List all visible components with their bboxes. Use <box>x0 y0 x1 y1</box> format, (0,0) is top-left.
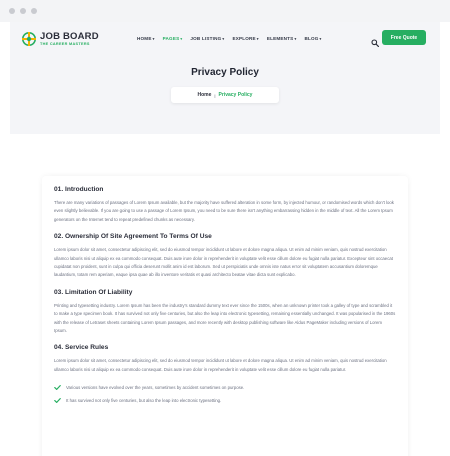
nav-item-label: ELEMENTS <box>266 36 294 41</box>
nav-item-label: HOME <box>137 36 152 41</box>
main-nav: HOME▾ PAGES▾ JOB LISTING▾ EXPLORE▾ ELEME… <box>137 36 330 41</box>
section-body: There are many variations of passages of… <box>54 200 394 222</box>
logo-title: JOB BOARD <box>40 31 99 42</box>
search-icon[interactable] <box>371 34 380 48</box>
nav-item-label: EXPLORE <box>232 36 256 41</box>
hero-header: JOB BOARD THE CAREER MASTERS HOME▾ PAGES… <box>10 22 440 134</box>
breadcrumb-separator: | <box>214 92 216 98</box>
nav-item-blog[interactable]: BLOG▾ <box>304 36 321 41</box>
nav-item-home[interactable]: HOME▾ <box>137 36 155 41</box>
nav-item-elements[interactable]: ELEMENTS▾ <box>267 36 297 41</box>
list-item-text: It has survived not only five centuries,… <box>66 398 222 404</box>
nav-item-label: BLOG <box>304 36 319 41</box>
page-frame: JOB BOARD THE CAREER MASTERS HOME▾ PAGES… <box>10 22 440 456</box>
check-icon <box>54 397 61 404</box>
list-item: Various versions have evolved over the y… <box>54 381 396 394</box>
breadcrumb-current: Privacy Policy <box>218 92 253 98</box>
window-dot-icon[interactable] <box>20 8 26 14</box>
policy-content-card: 01. Introduction There are many variatio… <box>42 176 408 456</box>
section-title: 04. Service Rules <box>54 344 109 352</box>
section-title: 01. Introduction <box>54 186 104 193</box>
logo-subtitle: THE CAREER MASTERS <box>40 41 90 46</box>
nav-item-job-listing[interactable]: JOB LISTING▾ <box>190 36 224 41</box>
nav-item-label: PAGES <box>162 36 180 41</box>
breadcrumb: Home | Privacy Policy <box>171 87 279 103</box>
chevron-down-icon: ▾ <box>319 37 322 41</box>
window-dot-icon[interactable] <box>31 8 37 14</box>
section-body: Printing and typesetting industry. Lorem… <box>54 302 396 334</box>
nav-item-label: JOB LISTING <box>190 36 222 41</box>
list-item-text: Various versions have evolved over the y… <box>66 385 245 391</box>
chevron-down-icon: ▾ <box>294 37 297 41</box>
nav-item-pages[interactable]: PAGES▾ <box>163 36 183 41</box>
rules-list: Various versions have evolved over the y… <box>54 381 396 407</box>
breadcrumb-home-link[interactable]: Home <box>198 92 212 98</box>
section-title: 02. Ownership Of Site Agreement To Terms… <box>54 233 212 241</box>
nav-item-explore[interactable]: EXPLORE▾ <box>232 36 258 41</box>
free-quote-button[interactable]: Free Quote <box>382 30 426 45</box>
section-title: 03. Limitation Of Liability <box>54 288 133 296</box>
list-item: It has survived not only five centuries,… <box>54 394 396 407</box>
site-logo[interactable]: JOB BOARD THE CAREER MASTERS <box>22 31 99 47</box>
chevron-down-icon: ▾ <box>222 37 225 41</box>
page-title: Privacy Policy <box>191 67 259 78</box>
section-body: Lorem ipsum dolor sit amet, consectetur … <box>54 358 387 372</box>
chevron-down-icon: ▾ <box>256 37 259 41</box>
section-body: Lorem ipsum dolor sit amet, consectetur … <box>54 247 393 278</box>
logo-mark-icon <box>22 32 36 47</box>
browser-chrome <box>0 0 450 22</box>
check-icon <box>54 384 61 391</box>
window-dot-icon[interactable] <box>9 8 15 14</box>
chevron-down-icon: ▾ <box>180 37 183 41</box>
chevron-down-icon: ▾ <box>152 37 155 41</box>
